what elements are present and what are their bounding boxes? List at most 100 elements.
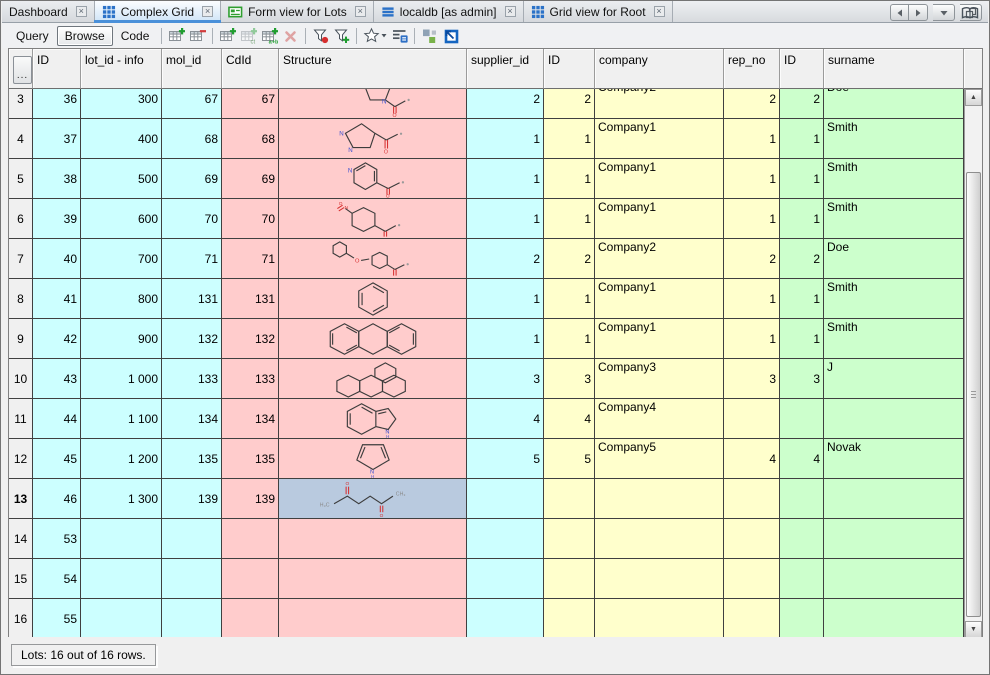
- cell-rep[interactable]: 1: [724, 159, 780, 199]
- column-header-mol[interactable]: mol_id: [162, 49, 222, 89]
- cell-id2[interactable]: [544, 599, 595, 638]
- tab-form-view-for-lots[interactable]: Form view for Lots×: [221, 1, 374, 22]
- cell-company[interactable]: [595, 559, 724, 599]
- cell-surname[interactable]: [824, 519, 964, 559]
- scroll-tabs-left-button[interactable]: [890, 4, 909, 21]
- cell-cdid[interactable]: 68: [222, 119, 279, 159]
- add-calculated-field-icon[interactable]: a+b: [259, 25, 280, 46]
- cell-company[interactable]: [595, 599, 724, 638]
- cell-row-number[interactable]: 10: [9, 359, 33, 399]
- cell-rep[interactable]: 1: [724, 199, 780, 239]
- cell-id3[interactable]: 1: [780, 119, 824, 159]
- vertical-scrollbar[interactable]: ▲ ▼: [964, 89, 982, 638]
- cell-cdid[interactable]: 67: [222, 89, 279, 119]
- cell-row-number[interactable]: 3: [9, 89, 33, 119]
- cell-mol[interactable]: 132: [162, 319, 222, 359]
- tab-list-button[interactable]: [933, 4, 955, 21]
- cell-id3[interactable]: 1: [780, 199, 824, 239]
- cell-surname[interactable]: Smith: [824, 319, 964, 359]
- cell-lot[interactable]: 400: [81, 119, 162, 159]
- cell-cdid[interactable]: 71: [222, 239, 279, 279]
- cell-id[interactable]: 38: [33, 159, 81, 199]
- column-header-supplier[interactable]: supplier_id: [467, 49, 544, 89]
- cell-rep[interactable]: 2: [724, 89, 780, 119]
- cell-id3[interactable]: 1: [780, 279, 824, 319]
- cell-rep[interactable]: [724, 479, 780, 519]
- tab-localdb-as-admin[interactable]: localdb [as admin]×: [374, 1, 524, 22]
- cell-mol[interactable]: [162, 559, 222, 599]
- cell-surname[interactable]: [824, 599, 964, 638]
- cell-structure[interactable]: NO: [279, 159, 467, 199]
- tab-close-icon[interactable]: ×: [202, 6, 213, 17]
- cell-surname[interactable]: Smith: [824, 279, 964, 319]
- tab-complex-grid[interactable]: Complex Grid×: [95, 1, 221, 22]
- cell-row-number[interactable]: 4: [9, 119, 33, 159]
- cell-supplier[interactable]: [467, 519, 544, 559]
- cell-supplier[interactable]: 1: [467, 119, 544, 159]
- cell-structure[interactable]: ON: [279, 199, 467, 239]
- column-header-surname[interactable]: surname: [824, 49, 964, 89]
- cell-id3[interactable]: [780, 399, 824, 439]
- filter-icon[interactable]: [310, 25, 331, 46]
- cell-rep[interactable]: 2: [724, 239, 780, 279]
- cell-id2[interactable]: 1: [544, 319, 595, 359]
- cell-rep[interactable]: 4: [724, 439, 780, 479]
- cell-lot[interactable]: 1 000: [81, 359, 162, 399]
- cell-cdid[interactable]: 135: [222, 439, 279, 479]
- cell-id3[interactable]: 4: [780, 439, 824, 479]
- cell-id3[interactable]: [780, 479, 824, 519]
- cell-id[interactable]: 45: [33, 439, 81, 479]
- cell-id2[interactable]: 5: [544, 439, 595, 479]
- cell-id3[interactable]: 3: [780, 359, 824, 399]
- cell-structure[interactable]: NNO: [279, 119, 467, 159]
- cell-lot[interactable]: 300: [81, 89, 162, 119]
- scroll-tabs-right-button[interactable]: [909, 4, 928, 21]
- cell-id[interactable]: 41: [33, 279, 81, 319]
- cell-lot[interactable]: 500: [81, 159, 162, 199]
- cell-id3[interactable]: [780, 559, 824, 599]
- cell-supplier[interactable]: 4: [467, 399, 544, 439]
- cell-cdid[interactable]: 70: [222, 199, 279, 239]
- cell-supplier[interactable]: [467, 599, 544, 638]
- cell-row-number[interactable]: 12: [9, 439, 33, 479]
- cell-mol[interactable]: 70: [162, 199, 222, 239]
- cell-structure[interactable]: [279, 359, 467, 399]
- cell-lot[interactable]: [81, 519, 162, 559]
- cell-company[interactable]: Company1: [595, 199, 724, 239]
- cell-id[interactable]: 54: [33, 559, 81, 599]
- scrollbar-thumb[interactable]: [966, 172, 981, 617]
- open-book-icon[interactable]: [960, 4, 980, 26]
- cell-id[interactable]: 55: [33, 599, 81, 638]
- cell-company[interactable]: Company1: [595, 119, 724, 159]
- cell-id2[interactable]: 4: [544, 399, 595, 439]
- cell-id2[interactable]: 1: [544, 159, 595, 199]
- cell-id2[interactable]: [544, 519, 595, 559]
- cell-mol[interactable]: 71: [162, 239, 222, 279]
- cell-supplier[interactable]: 1: [467, 319, 544, 359]
- cell-mol[interactable]: 139: [162, 479, 222, 519]
- cell-row-number[interactable]: 6: [9, 199, 33, 239]
- column-header-id2[interactable]: ID: [544, 49, 595, 89]
- cell-surname[interactable]: Doe: [824, 239, 964, 279]
- cell-row-number[interactable]: 8: [9, 279, 33, 319]
- tab-close-icon[interactable]: ×: [505, 6, 516, 17]
- cell-company[interactable]: Company1: [595, 319, 724, 359]
- cell-structure[interactable]: [279, 519, 467, 559]
- cell-structure[interactable]: OOH₃CCH₃: [279, 479, 467, 519]
- cell-id[interactable]: 39: [33, 199, 81, 239]
- cell-mol[interactable]: 134: [162, 399, 222, 439]
- cell-id2[interactable]: [544, 479, 595, 519]
- cell-rep[interactable]: 1: [724, 319, 780, 359]
- column-header-cdid[interactable]: CdId: [222, 49, 279, 89]
- insert-row-icon[interactable]: [166, 25, 187, 46]
- cell-rep[interactable]: [724, 399, 780, 439]
- cell-id2[interactable]: 3: [544, 359, 595, 399]
- cell-id[interactable]: 43: [33, 359, 81, 399]
- cell-mol[interactable]: 133: [162, 359, 222, 399]
- cell-rep[interactable]: [724, 559, 780, 599]
- cell-mol[interactable]: 135: [162, 439, 222, 479]
- cell-id3[interactable]: 1: [780, 319, 824, 359]
- tab-dashboard[interactable]: Dashboard×: [2, 1, 95, 22]
- cell-lot[interactable]: [81, 599, 162, 638]
- export-view-icon[interactable]: [440, 25, 461, 46]
